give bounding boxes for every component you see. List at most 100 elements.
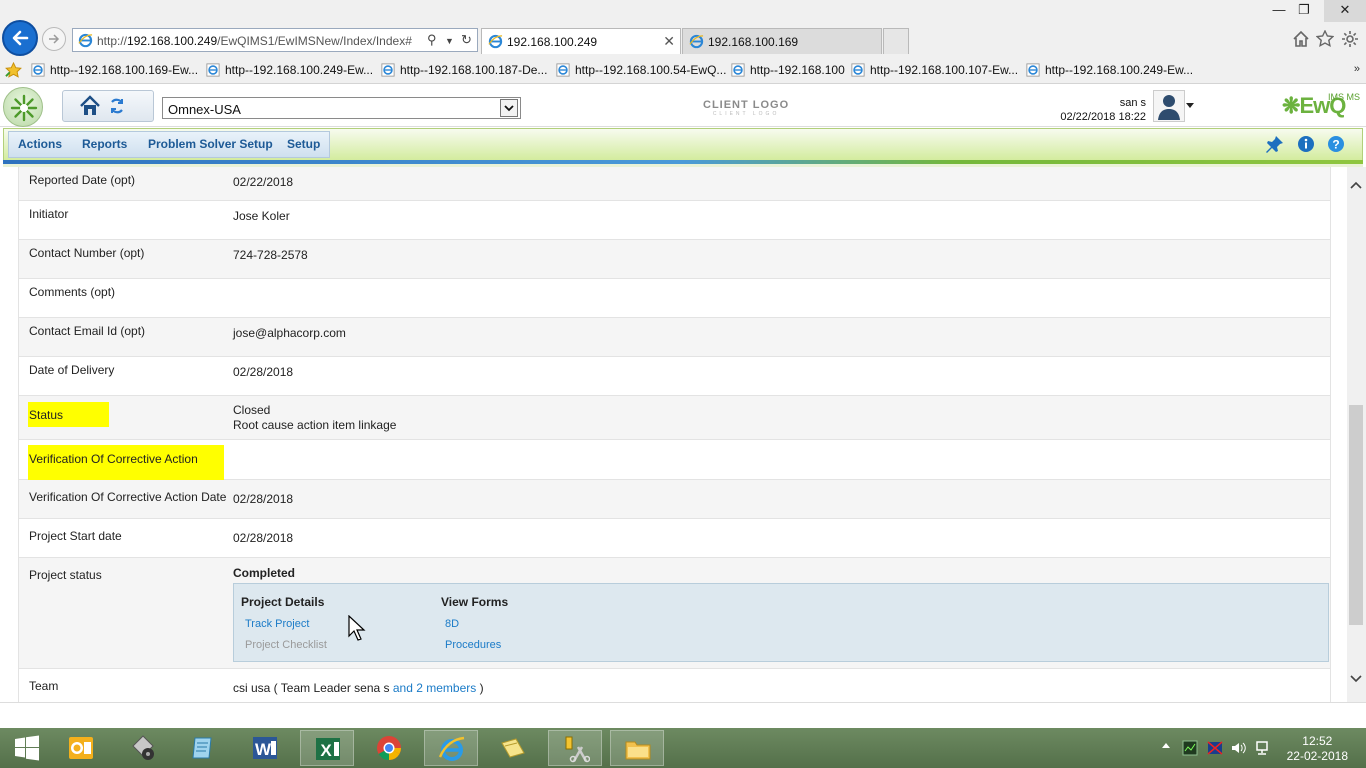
browser-titlebar: http://192.168.100.249/EwQIMS1/EwIMSNew/… — [0, 0, 1366, 58]
volume-icon[interactable] — [1230, 740, 1246, 756]
row-contact-number: Contact Number (opt) 724-728-2578 — [18, 240, 1331, 279]
menu-actions[interactable]: Actions — [18, 137, 62, 151]
menu-reports[interactable]: Reports — [82, 137, 127, 151]
team-value: csi usa ( Team Leader sena s and 2 membe… — [233, 681, 484, 695]
ie-page-icon — [556, 63, 570, 77]
forward-button[interactable] — [42, 27, 66, 51]
ie-page-icon — [381, 63, 395, 77]
user-silhouette-icon — [1158, 95, 1180, 120]
delivery-label: Date of Delivery — [29, 363, 115, 377]
address-dropdown-icon[interactable]: ▼ — [445, 36, 454, 46]
forward-arrow-icon — [49, 34, 60, 44]
verification-date-value: 02/28/2018 — [233, 492, 294, 506]
user-menu-caret-icon[interactable] — [1186, 103, 1194, 108]
taskbar-chrome[interactable] — [362, 730, 416, 766]
taskbar-excel[interactable]: X — [300, 730, 354, 766]
favorite-link[interactable]: http--192.168.100 — [731, 63, 845, 77]
home-refresh-group — [62, 90, 154, 122]
taskbar-outlook[interactable] — [54, 730, 108, 766]
app-logo[interactable] — [3, 87, 43, 127]
minimize-icon[interactable]: — — [1265, 0, 1293, 22]
tab-label: 192.168.100.169 — [708, 35, 799, 49]
row-initiator: Initiator Jose Koler — [18, 201, 1331, 240]
tab-192-168-100-169[interactable]: 192.168.100.169 — [682, 28, 882, 54]
initiator-value: Jose Koler — [233, 209, 290, 223]
row-comments: Comments (opt) — [18, 279, 1331, 318]
tray-flag-icon[interactable] — [1207, 740, 1223, 756]
favorite-link[interactable]: http--192.168.100.107-Ew... — [851, 63, 1018, 77]
procedures-link[interactable]: Procedures — [445, 639, 501, 651]
view-forms-header: View Forms — [441, 595, 509, 609]
root-cause-link[interactable]: Root cause action item linkage — [233, 418, 396, 432]
close-window-icon[interactable]: ✕ — [1324, 0, 1366, 22]
contact-number-label: Contact Number (opt) — [29, 246, 145, 260]
tray-time: 12:52 — [1302, 734, 1333, 748]
gear-icon[interactable] — [1341, 30, 1359, 48]
brand-logo: ❋EwQ IMS MS — [1282, 92, 1361, 119]
home-icon[interactable] — [79, 95, 101, 117]
favorite-link[interactable]: http--192.168.100.249-Ew... — [206, 63, 373, 77]
project-status-label: Project status — [29, 568, 102, 582]
scroll-down-icon[interactable] — [1350, 675, 1362, 683]
avatar[interactable] — [1153, 90, 1185, 122]
pin-icon[interactable] — [1266, 135, 1284, 153]
favorite-link[interactable]: http--192.168.100.169-Ew... — [31, 63, 198, 77]
user-name: san s — [1119, 97, 1146, 109]
scroll-thumb[interactable] — [1349, 405, 1363, 625]
favorite-link[interactable]: http--192.168.100.187-De... — [381, 63, 547, 77]
restore-icon[interactable]: ❐ — [1290, 0, 1318, 22]
browser-status-strip — [0, 702, 1366, 728]
taskbar-internet-explorer[interactable] — [424, 730, 478, 766]
favorites-add-star-icon[interactable] — [5, 62, 22, 79]
network-icon[interactable] — [1255, 740, 1271, 756]
help-icon[interactable]: ? — [1327, 135, 1345, 153]
favorite-link[interactable]: http--192.168.100.249-Ew... — [1026, 63, 1193, 77]
search-icon[interactable]: ⚲ — [427, 32, 437, 48]
refresh-page-icon[interactable]: ↻ — [461, 32, 472, 48]
ie-page-icon — [488, 34, 503, 49]
taskbar-word[interactable]: W — [238, 730, 292, 766]
taskbar-snipping-tool[interactable] — [548, 730, 602, 766]
team-label: Team — [29, 679, 59, 693]
windows-logo-icon — [15, 735, 39, 761]
favorites-star-icon[interactable] — [1316, 30, 1334, 48]
address-bar[interactable]: http://192.168.100.249/EwQIMS1/EwIMSNew/… — [72, 28, 478, 52]
contact-number-value: 724-728-2578 — [233, 248, 308, 262]
favorites-overflow-icon[interactable]: » — [1354, 63, 1360, 75]
tab-192-168-100-249[interactable]: 192.168.100.249 ✕ — [481, 28, 681, 54]
taskbar-folder-app[interactable] — [486, 730, 540, 766]
menu-problem-solver-setup[interactable]: Problem Solver Setup — [148, 137, 273, 151]
menu-setup[interactable]: Setup — [287, 137, 320, 151]
tab-close-icon[interactable]: ✕ — [663, 33, 675, 50]
tray-app-icon[interactable] — [1182, 740, 1198, 756]
tray-expand-icon[interactable] — [1161, 741, 1171, 749]
site-select[interactable]: Omnex-USA — [162, 97, 521, 119]
content-scrollbar[interactable] — [1347, 167, 1366, 702]
track-project-link[interactable]: Track Project — [245, 618, 309, 630]
project-panel: Project Details Track Project Project Ch… — [233, 583, 1329, 662]
team-members-link[interactable]: and 2 members — [393, 681, 476, 695]
start-button[interactable] — [0, 730, 54, 766]
site-select-value: Omnex-USA — [168, 102, 241, 117]
taskbar-tool[interactable] — [116, 730, 170, 766]
favorite-link[interactable]: http--192.168.100.54-EwQ... — [556, 63, 726, 77]
back-button[interactable] — [2, 20, 38, 56]
taskbar-file-explorer[interactable] — [610, 730, 664, 766]
folder-icon — [625, 741, 651, 760]
new-tab-button[interactable] — [883, 28, 909, 54]
tab-label: 192.168.100.249 — [507, 35, 598, 49]
row-date-of-delivery: Date of Delivery 02/28/2018 — [18, 357, 1331, 396]
contact-email-value: jose@alphacorp.com — [233, 326, 346, 340]
refresh-icon[interactable] — [109, 98, 125, 114]
verification-date-label: Verification Of Corrective Action Date — [29, 490, 227, 504]
form-8d-link[interactable]: 8D — [445, 618, 459, 630]
address-url: http://192.168.100.249/EwQIMS1/EwIMSNew/… — [97, 34, 412, 48]
info-icon[interactable] — [1297, 135, 1315, 153]
back-arrow-icon — [12, 30, 29, 46]
tray-clock[interactable]: 12:52 22-02-2018 — [1287, 734, 1348, 764]
scroll-up-icon[interactable] — [1350, 181, 1362, 189]
chevron-down-icon[interactable] — [500, 99, 518, 117]
taskbar-notes[interactable] — [176, 730, 230, 766]
tray-date: 22-02-2018 — [1286, 749, 1348, 763]
home-icon[interactable] — [1292, 30, 1310, 48]
